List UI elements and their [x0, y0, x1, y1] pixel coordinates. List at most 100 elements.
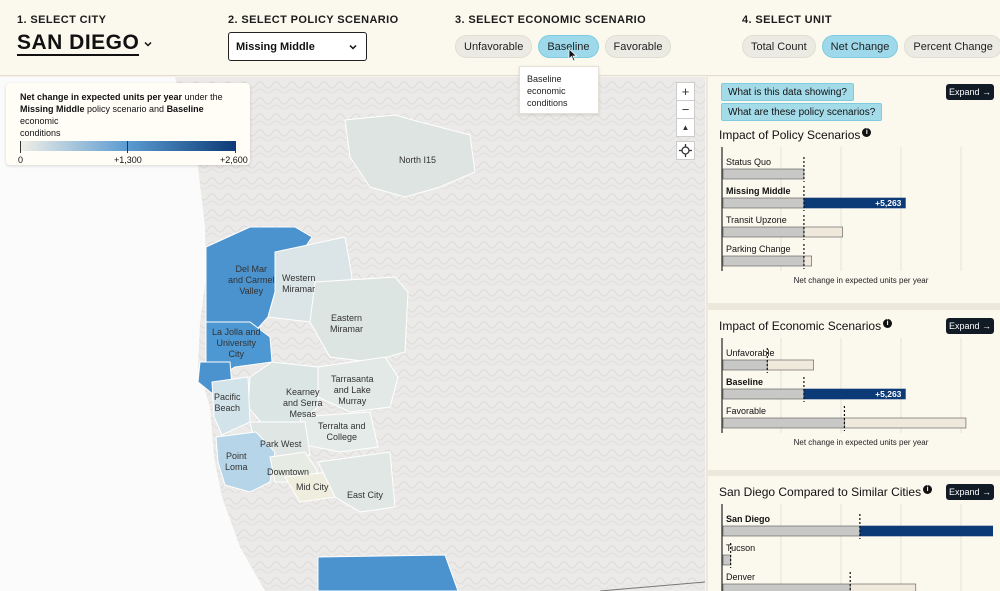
locate-button[interactable] — [676, 141, 695, 160]
step3-label: 3. SELECT ECONOMIC SCENARIO — [455, 14, 647, 26]
bar-base — [722, 388, 805, 400]
bar-change — [803, 226, 843, 238]
city-name: SAN DIEGO — [17, 31, 140, 56]
bar-base — [722, 554, 731, 566]
legend-label-mid: +1,300 — [114, 155, 142, 165]
chevron-down-icon — [349, 44, 357, 50]
label-park-west: Park West — [260, 439, 302, 449]
bar-highlight — [859, 525, 993, 537]
econ-unfavorable-pill[interactable]: Unfavorable — [455, 35, 533, 58]
econ-card: Impact of Economic Scenarios i Expand → … — [708, 310, 1000, 470]
bar-change — [766, 359, 814, 371]
compare-chart-title-text: San Diego Compared to Similar Cities — [719, 485, 922, 499]
label-tarrasanta: Tarrasanta and Lake Murray — [331, 374, 374, 406]
legend-econ: Baseline — [166, 104, 204, 114]
map-legend: Net change in expected units per year un… — [6, 83, 250, 165]
legend-text-1: under the — [182, 92, 223, 102]
info-icon[interactable]: i — [862, 127, 872, 137]
legend-text-4: conditions — [20, 128, 61, 138]
label-del-mar: Del Mar and Carmel Valley — [228, 264, 275, 296]
legend-text: Net change in expected units per year un… — [20, 91, 236, 139]
bar-value-label: +5,263 — [875, 198, 902, 208]
compare-chart: San Diego+5,263TucsonDenver — [721, 504, 993, 591]
cursor-icon — [568, 48, 578, 62]
policy-select[interactable]: Missing Middle — [228, 32, 367, 61]
bar-base — [722, 197, 805, 209]
map[interactable]: North I15 Del Mar and Carmel Valley West… — [0, 77, 705, 591]
label-la-jolla: La Jolla and University City — [212, 327, 261, 359]
bar-base — [722, 583, 851, 591]
bar-category-label: Transit Upzone — [726, 215, 787, 225]
city-select[interactable]: SAN DIEGO — [17, 32, 153, 56]
policy-chart: Status Quo Missing Middle +5,263 Transit Up… — [721, 147, 962, 285]
info-icon[interactable]: i — [883, 318, 893, 328]
legend-label-max: +2,600 — [220, 155, 248, 165]
bar-change — [803, 255, 812, 267]
policy-explainer-button[interactable]: What are these policy scenarios? — [721, 103, 883, 121]
step2-label: 2. SELECT POLICY SCENARIO — [228, 14, 399, 26]
compare-chart-title: San Diego Compared to Similar Cities i — [719, 484, 933, 499]
policy-card: What is this data showing? What are thes… — [708, 77, 1000, 303]
econ-chart-title: Impact of Economic Scenarios i — [719, 318, 893, 333]
econ-chart: UnfavorableBaseline+5,263FavorableNet ch… — [721, 338, 967, 447]
chevron-down-icon — [144, 41, 152, 47]
bar-change — [844, 417, 967, 429]
label-mid-city: Mid City — [296, 482, 329, 492]
compare-card: San Diego Compared to Similar Cities i E… — [708, 476, 1000, 591]
policy-chart-title: Impact of Policy Scenarios i — [719, 127, 872, 142]
label-eastern-miramar: Eastern Miramar — [330, 313, 363, 334]
label-kearney: Kearney and Serra Mesas — [283, 387, 323, 419]
bar-category-label: Denver — [726, 572, 755, 582]
legend-tick — [235, 141, 236, 153]
bar-base — [722, 417, 845, 429]
bar-category-label: Baseline — [726, 377, 763, 387]
zoom-out-button[interactable]: − — [676, 100, 695, 119]
bar-category-label: Favorable — [726, 406, 766, 416]
policy-value: Missing Middle — [236, 40, 315, 53]
unit-percent-change-pill[interactable]: Percent Change — [904, 35, 1000, 58]
step4-label: 4. SELECT UNIT — [742, 14, 832, 26]
expand-button[interactable]: Expand → — [946, 84, 994, 100]
scenario-tooltip: Baseline economic conditions — [519, 66, 599, 114]
legend-text-3: economic — [20, 116, 59, 126]
econ-scenario-group: Unfavorable Baseline Favorable — [455, 35, 672, 58]
x-axis-label: Net change in expected units per year — [794, 438, 929, 447]
legend-policy: Missing Middle — [20, 104, 85, 114]
label-north-i15: North I15 — [399, 155, 437, 165]
bar-base — [722, 226, 805, 238]
label-downtown: Downtown — [267, 467, 310, 477]
label-point-loma: Point Loma — [225, 451, 248, 472]
legend-color-scale — [20, 141, 236, 151]
compass-button[interactable]: ▲ — [676, 118, 695, 137]
unit-net-change-pill[interactable]: Net Change — [821, 35, 899, 58]
top-bar: 1. SELECT CITY 2. SELECT POLICY SCENARIO… — [0, 0, 1000, 76]
bar-category-label: San Diego — [726, 514, 771, 524]
expand-button[interactable]: Expand → — [946, 318, 994, 334]
legend-tick — [20, 141, 21, 153]
locate-icon — [679, 144, 692, 157]
bar-base — [722, 359, 768, 371]
bar-category-label: Status Quo — [726, 157, 771, 167]
label-pacific-beach: Pacific Beach — [214, 392, 241, 413]
bar-change — [849, 583, 917, 591]
bar-base — [722, 525, 861, 537]
bar-category-label: Missing Middle — [726, 186, 791, 196]
x-axis-label: Net change in expected units per year — [794, 276, 929, 285]
unit-group: Total Count Net Change Percent Change — [742, 35, 1000, 58]
expand-button[interactable]: Expand → — [946, 484, 994, 500]
legend-tick — [127, 141, 128, 153]
econ-chart-title-text: Impact of Economic Scenarios — [719, 319, 882, 333]
zoom-in-button[interactable]: + — [676, 82, 695, 101]
right-panel[interactable]: What is this data showing? What are thes… — [706, 77, 1000, 591]
bar-value-label: +5,263 — [875, 389, 902, 399]
label-western-miramar: Western Miramar — [282, 273, 316, 294]
region-south[interactable] — [317, 554, 459, 591]
data-explainer-button[interactable]: What is this data showing? — [721, 83, 854, 101]
legend-label-min: 0 — [18, 155, 24, 165]
label-east-city: East City — [347, 490, 384, 500]
info-icon[interactable]: i — [923, 484, 933, 494]
legend-text-2: policy scenario and — [84, 104, 167, 114]
bar-base — [722, 168, 805, 180]
unit-total-count-pill[interactable]: Total Count — [742, 35, 816, 58]
econ-favorable-pill[interactable]: Favorable — [604, 35, 672, 58]
